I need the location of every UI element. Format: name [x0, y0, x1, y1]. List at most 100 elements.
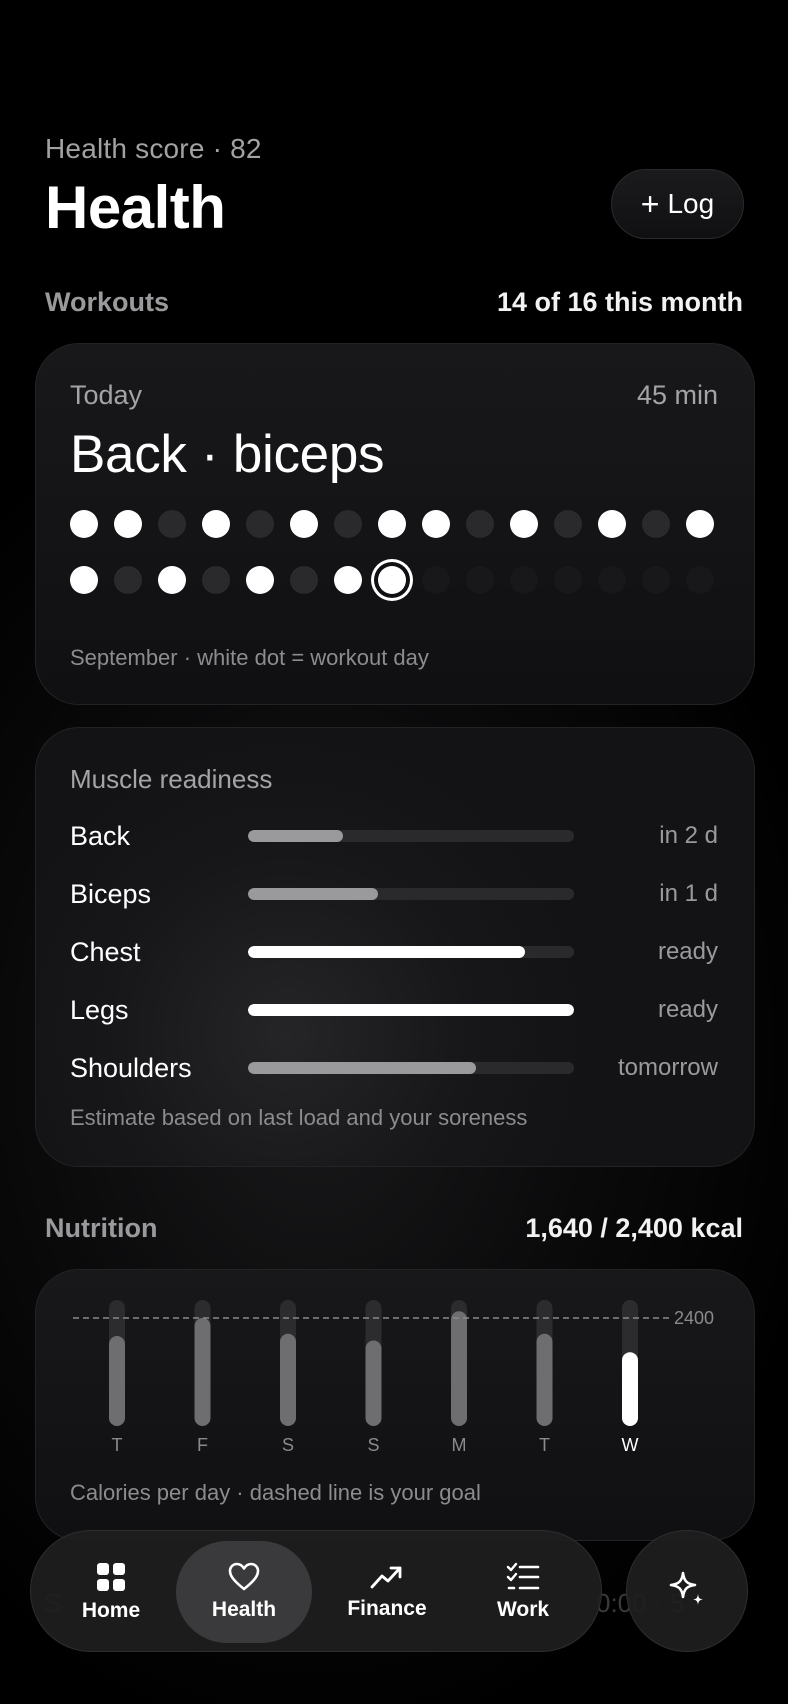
calories-chart: T F S S M T W 2400	[73, 1300, 714, 1455]
workout-day-dot	[686, 510, 714, 538]
nav-home[interactable]: Home	[43, 1541, 179, 1643]
readiness-bar	[248, 1062, 574, 1074]
workouts-section-header: Workouts 14 of 16 this month	[45, 287, 743, 318]
workout-day-dot	[554, 566, 582, 594]
today-dot	[378, 566, 406, 594]
muscle-status: ready	[657, 938, 718, 965]
workout-day-dot	[510, 566, 538, 594]
page-title: Health	[45, 174, 226, 241]
nav-finance-label: Finance	[347, 1597, 427, 1620]
readiness-bar-fill	[248, 1062, 477, 1074]
log-button[interactable]: + Log	[611, 169, 744, 239]
muscle-status: ready	[657, 996, 718, 1023]
workout-day-dot	[554, 510, 582, 538]
muscle-status: tomorrow	[617, 1054, 718, 1081]
workout-day-dot	[70, 566, 98, 594]
nutrition-section-header: Nutrition 1,640 / 2,400 kcal	[45, 1213, 743, 1244]
nav-health-label: Health	[211, 1598, 277, 1621]
calorie-bar[interactable]	[109, 1336, 125, 1426]
nutrition-caption: Calories per day · dashed line is your g…	[70, 1480, 481, 1505]
muscle-row[interactable]: Back in 2 d	[70, 816, 718, 856]
today-row: Today 45 min	[70, 380, 718, 411]
calorie-bar[interactable]	[536, 1333, 553, 1426]
workout-day-dot	[466, 566, 494, 594]
workout-name: Back · biceps	[70, 425, 385, 484]
log-button-label: Log	[667, 188, 715, 219]
muscle-row[interactable]: Chest ready	[70, 932, 718, 972]
health-score-subtitle: Health score · 82	[45, 133, 262, 164]
readiness-bar	[248, 830, 574, 842]
workout-day-dot	[378, 510, 406, 538]
nav-work[interactable]: Work	[455, 1541, 591, 1643]
grid-icon	[95, 1561, 127, 1593]
readiness-bar	[248, 946, 574, 958]
muscle-name: Chest	[70, 936, 141, 967]
workout-day-dot	[422, 566, 450, 594]
workouts-section-title: Workouts	[45, 287, 170, 317]
workouts-count: 14 of 16 this month	[496, 287, 743, 317]
workout-day-dot	[334, 510, 362, 538]
workout-day-dot	[114, 510, 142, 538]
workout-day-dot	[246, 566, 274, 594]
workout-day-dot	[466, 510, 494, 538]
nav-work-label: Work	[496, 1598, 550, 1621]
day-tick-label: M	[452, 1435, 467, 1455]
nav-finance[interactable]: Finance	[319, 1541, 455, 1643]
muscle-name: Biceps	[70, 878, 152, 909]
ai-assistant-button[interactable]	[626, 1530, 748, 1652]
day-tick-label: F	[197, 1435, 208, 1455]
readiness-bar-fill	[248, 830, 343, 842]
workout-caption: September · white dot = workout day	[70, 645, 429, 670]
muscle-readiness-card[interactable]: Muscle readiness Back in 2 d Biceps in 1 d C…	[35, 727, 755, 1167]
muscle-row[interactable]: Legs ready	[70, 990, 718, 1030]
day-tick-label: T	[539, 1435, 550, 1455]
workout-day-dot	[598, 510, 626, 538]
workout-card[interactable]: Today 45 min Back · biceps September · w…	[35, 343, 755, 705]
goal-label: 2400	[674, 1308, 714, 1328]
nutrition-section-title: Nutrition	[45, 1213, 158, 1243]
muscle-name: Back	[70, 820, 131, 851]
day-tick-label: S	[367, 1435, 379, 1455]
nutrition-kcal: 1,640 / 2,400 kcal	[525, 1213, 743, 1243]
workout-day-dot	[642, 566, 670, 594]
calorie-bar[interactable]	[622, 1352, 638, 1426]
workout-day-dot	[202, 510, 230, 538]
workout-day-dot	[686, 566, 714, 594]
muscle-row[interactable]: Biceps in 1 d	[70, 874, 718, 914]
workout-day-dot	[510, 510, 538, 538]
workout-day-dot	[158, 566, 186, 594]
workout-day-dot	[114, 566, 142, 594]
muscle-name: Legs	[70, 994, 129, 1025]
calorie-bar[interactable]	[194, 1318, 211, 1426]
checklist-icon	[506, 1562, 540, 1592]
workout-day-dot	[158, 510, 186, 538]
workout-day-dot	[422, 510, 450, 538]
workout-day-dot	[202, 566, 230, 594]
nutrition-card[interactable]: T F S S M T W 2400 Calories per day · dashed li…	[35, 1269, 755, 1541]
calorie-bar[interactable]	[451, 1311, 467, 1426]
today-label: Today	[70, 380, 143, 410]
workout-days-row-1	[70, 510, 714, 538]
header: Health score · 82 Health	[45, 133, 262, 242]
nav-health[interactable]: Health	[176, 1541, 312, 1643]
muscle-name: Shoulders	[70, 1052, 192, 1083]
heart-icon	[228, 1562, 260, 1592]
workout-day-dot	[642, 510, 670, 538]
day-tick-label: W	[622, 1435, 639, 1455]
readiness-bar-fill	[248, 946, 526, 958]
plus-icon: +	[640, 186, 660, 222]
readiness-bar-fill	[248, 888, 379, 900]
bottom-nav: Home Health Finance Work	[30, 1530, 602, 1652]
calorie-bar[interactable]	[280, 1333, 296, 1426]
day-tick-label: S	[282, 1435, 294, 1455]
calorie-bar[interactable]	[365, 1340, 382, 1427]
muscle-row[interactable]: Shoulders tomorrow	[70, 1048, 718, 1088]
muscle-status: in 2 d	[659, 822, 718, 849]
muscle-status: in 1 d	[659, 880, 718, 907]
workout-day-dot	[70, 510, 98, 538]
workout-day-dot	[334, 566, 362, 594]
trend-up-icon	[370, 1563, 404, 1591]
day-tick-label: T	[112, 1435, 123, 1455]
readiness-bar	[248, 888, 574, 900]
muscle-readiness-title: Muscle readiness	[70, 764, 273, 794]
